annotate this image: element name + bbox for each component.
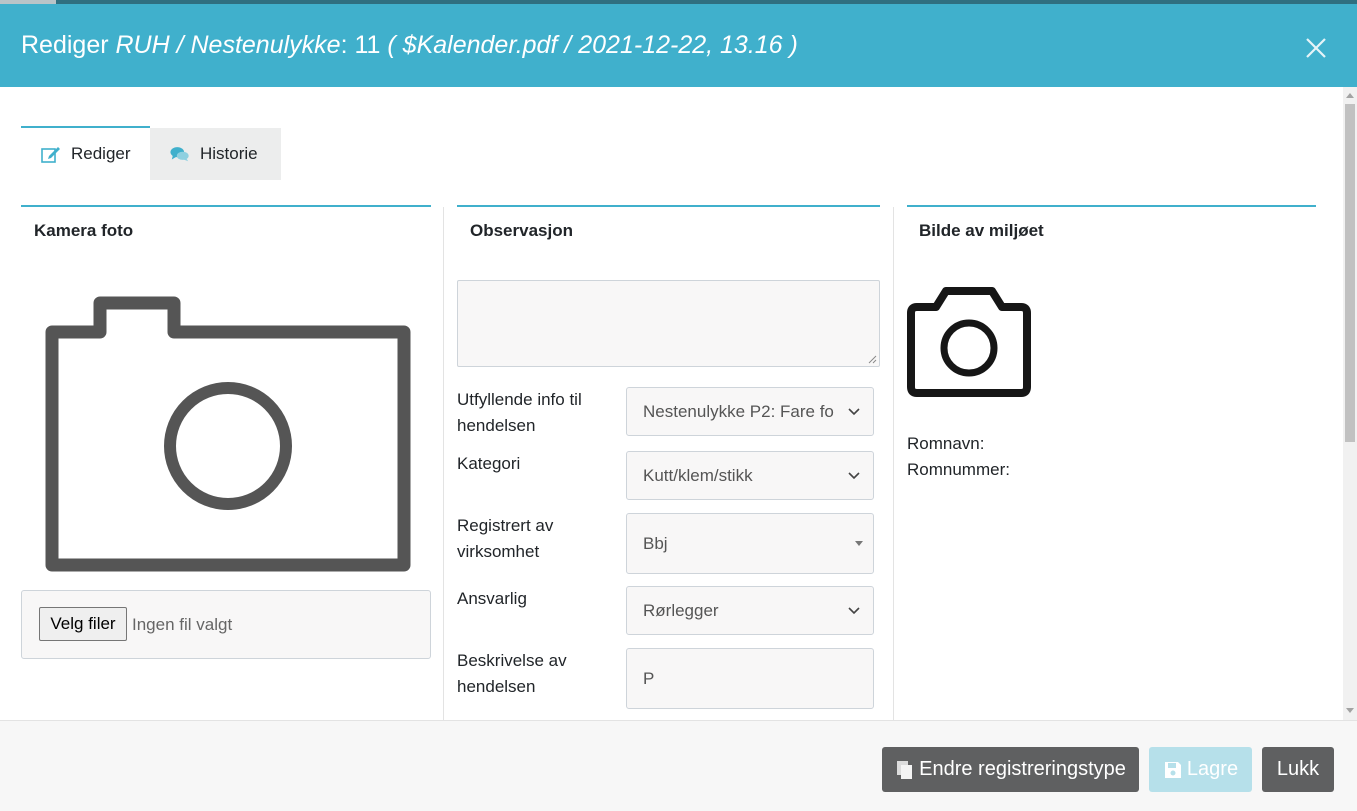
title-source: ( $Kalender.pdf / 2021-12-22, 13.16 ) <box>387 31 798 59</box>
scroll-down-arrow-icon[interactable] <box>1346 708 1354 713</box>
room-number-label: Romnummer: <box>907 460 1010 479</box>
panel-divider-left <box>443 207 444 720</box>
camera-icon[interactable] <box>906 287 1032 397</box>
title-separator: : <box>340 31 355 59</box>
tab-rediger-label: Rediger <box>71 144 131 163</box>
choose-files-button[interactable]: Velg filer <box>39 607 127 641</box>
input-beskrivelse[interactable]: P <box>626 648 874 709</box>
field-label-utfyllende: Utfyllende info til hendelsen <box>457 390 582 435</box>
chevron-down-icon <box>848 606 860 614</box>
save-button[interactable]: Lagre <box>1149 747 1252 792</box>
select-registrert-av[interactable]: Bbj <box>626 513 874 574</box>
change-registration-type-label: Endre registreringstype <box>919 758 1126 780</box>
select-ansvarlig[interactable]: Rørlegger <box>626 586 874 635</box>
middle-panel-title: Observasjon <box>470 221 573 240</box>
resize-grip-icon[interactable] <box>868 355 877 364</box>
left-panel-header-line <box>21 205 431 207</box>
scroll-up-arrow-icon[interactable] <box>1346 93 1354 98</box>
title-number: 11 <box>354 31 381 59</box>
field-label-beskrivelse: Beskrivelse av hendelsen <box>457 651 567 696</box>
chevron-down-icon <box>848 471 860 479</box>
modal-header: Rediger RUH / Nestenulykke: 11 ( $Kalend… <box>0 4 1357 87</box>
select-utfyllende-value: Nestenulykke P2: Fare fo <box>643 401 834 421</box>
modal-body: Rediger Historie Kamera foto Velg filer … <box>0 87 1357 720</box>
left-panel-title: Kamera foto <box>34 221 134 240</box>
select-utfyllende-info[interactable]: Nestenulykke P2: Fare fo <box>626 387 874 436</box>
field-label-kategori: Kategori <box>457 454 521 473</box>
save-icon <box>1164 761 1181 778</box>
field-label-registrert: Registrert av virksomhet <box>457 516 554 561</box>
file-status: Ingen fil valgt <box>132 615 233 634</box>
caret-down-icon <box>855 541 863 546</box>
modal-title: Rediger RUH / Nestenulykke: 11 ( $Kalend… <box>21 31 798 60</box>
room-name-label: Romnavn: <box>907 434 985 453</box>
tab-historie-label: Historie <box>200 144 258 163</box>
right-panel-header-line <box>907 205 1316 207</box>
observation-textarea[interactable] <box>457 280 880 367</box>
middle-panel-header-line <box>457 205 880 207</box>
chevron-down-icon <box>848 407 860 415</box>
right-panel-title: Bilde av miljøet <box>919 221 1044 240</box>
scrollbar-thumb[interactable] <box>1345 104 1355 442</box>
input-beskrivelse-value: P <box>643 668 655 688</box>
copy-icon <box>897 760 913 779</box>
body-scrollbar[interactable] <box>1343 87 1357 720</box>
select-registrert-value: Bbj <box>643 533 668 553</box>
tab-historie[interactable]: Historie <box>150 128 281 180</box>
select-kategori-value: Kutt/klem/stikk <box>643 465 753 485</box>
modal-footer: Endre registreringstype Lagre Lukk <box>0 720 1357 811</box>
camera-placeholder-icon[interactable] <box>44 295 412 573</box>
file-upload-box: Velg filer Ingen fil valgt <box>21 590 431 659</box>
change-registration-type-button[interactable]: Endre registreringstype <box>882 747 1139 792</box>
field-label-ansvarlig: Ansvarlig <box>457 589 527 608</box>
select-kategori[interactable]: Kutt/klem/stikk <box>626 451 874 500</box>
close-label: Lukk <box>1276 758 1320 780</box>
panel-divider-right <box>893 207 894 720</box>
title-type: RUH / Nestenulykke <box>115 31 341 59</box>
comments-icon <box>170 147 189 162</box>
close-button[interactable]: Lukk <box>1262 747 1334 792</box>
tab-rediger[interactable]: Rediger <box>21 126 150 180</box>
select-ansvarlig-value: Rørlegger <box>643 600 719 620</box>
close-icon[interactable] <box>1302 34 1330 62</box>
save-label: Lagre <box>1186 758 1239 780</box>
title-prefix: Rediger <box>21 31 116 59</box>
edit-icon <box>41 147 60 163</box>
